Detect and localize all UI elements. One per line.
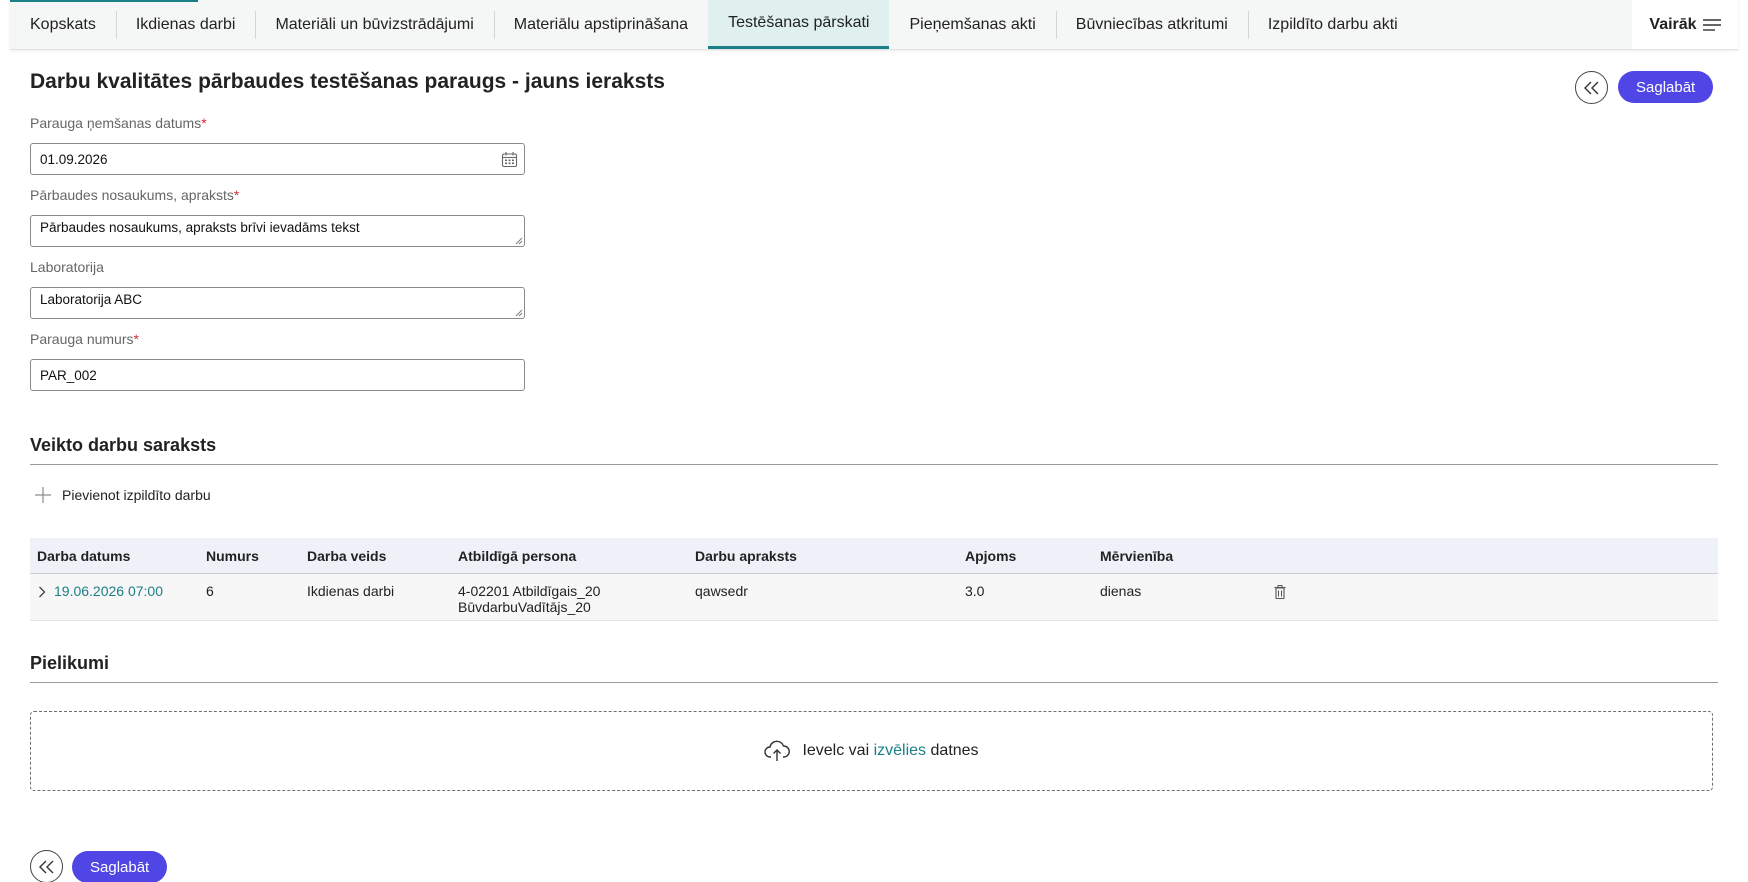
back-button-top[interactable] [1575, 71, 1608, 104]
tab-izpildito-darbu-akti[interactable]: Izpildīto darbu akti [1247, 0, 1418, 49]
attachments-section-title: Pielikumi [30, 653, 110, 673]
sample-number-label: Parauga numurs* [30, 331, 139, 347]
row-person: 4-02201 Atbildīgais_20 BūvdarbuVadītājs_… [458, 583, 600, 615]
lab-label: Laboratorija [30, 259, 104, 275]
double-chevron-left-icon [38, 860, 53, 873]
resize-grip-icon[interactable] [515, 237, 523, 245]
more-menu-button[interactable]: Vairāk [1632, 0, 1738, 49]
col-header-number[interactable]: Numurs [206, 548, 259, 564]
add-work-button[interactable]: Pievienot izpildīto darbu [34, 486, 211, 504]
chevron-right-icon[interactable] [38, 586, 46, 598]
row-person-line1: 4-02201 Atbildīgais_20 [458, 583, 601, 599]
page-title: Darbu kvalitātes pārbaudes testēšanas pa… [30, 70, 665, 93]
row-date-link[interactable]: 19.06.2026 07:00 [54, 583, 163, 599]
tab-buvniecibas-atkritumi[interactable]: Būvniecības atkritumi [1055, 0, 1248, 49]
tab-materialu-apstiprinasana[interactable]: Materiālu apstiprināšana [493, 0, 708, 49]
row-number: 6 [206, 583, 214, 599]
save-button-top[interactable]: Saglabāt [1618, 71, 1714, 103]
tab-materiali[interactable]: Materiāli un būvizstrādājumi [255, 0, 493, 49]
more-label: Vairāk [1649, 15, 1697, 33]
col-header-amount[interactable]: Apjoms [965, 548, 1016, 564]
trash-icon[interactable] [1274, 585, 1286, 599]
col-header-unit[interactable]: Mērvienība [1100, 548, 1173, 564]
tab-kopskats[interactable]: Kopskats [10, 0, 116, 49]
plus-icon [35, 487, 51, 503]
col-header-description[interactable]: Darbu apraksts [695, 548, 797, 564]
row-unit: dienas [1100, 583, 1142, 599]
col-header-date[interactable]: Darba datums [37, 548, 130, 564]
cloud-upload-icon [764, 740, 791, 761]
add-work-label: Pievienot izpildīto darbu [62, 487, 211, 503]
tab-ikdienas-darbi[interactable]: Ikdienas darbi [115, 0, 256, 49]
sample-number-input[interactable]: PAR_002 [30, 359, 525, 391]
col-header-person[interactable]: Atbildīgā persona [458, 548, 576, 564]
row-description: qawsedr [695, 583, 748, 599]
name-textarea[interactable]: Pārbaudes nosaukums, apraksts brīvi ieva… [30, 215, 525, 247]
resize-grip-icon[interactable] [515, 309, 523, 317]
works-section-divider [30, 464, 1718, 465]
table-header: Darba datums Numurs Darba veids Atbildīg… [30, 538, 1718, 574]
name-label: Pārbaudes nosaukums, apraksts* [30, 187, 240, 203]
table-row[interactable]: 19.06.2026 07:00 6 Ikdienas darbi 4-0220… [30, 574, 1718, 621]
row-person-line2: BūvdarbuVadītājs_20 [458, 599, 591, 615]
calendar-icon[interactable] [501, 151, 518, 168]
save-button-bottom[interactable]: Saglabāt [72, 851, 168, 882]
menu-icon [1702, 18, 1721, 31]
back-button-bottom[interactable] [30, 850, 63, 882]
lab-textarea[interactable]: Laboratorija ABC [30, 287, 525, 319]
works-section-title: Veikto darbu saraksts [30, 435, 217, 455]
works-table: Darba datums Numurs Darba veids Atbildīg… [30, 538, 1718, 621]
double-chevron-left-icon [1583, 81, 1598, 94]
date-label: Parauga ņemšanas datums* [30, 115, 207, 131]
row-amount: 3.0 [965, 583, 985, 599]
col-header-type[interactable]: Darba veids [307, 548, 386, 564]
tab-testesanas-parskati[interactable]: Testēšanas pārskati [708, 0, 890, 49]
date-input[interactable]: 01.09.2026 [30, 143, 525, 175]
tab-pienemsanas-akti[interactable]: Pieņemšanas akti [889, 0, 1055, 49]
top-tab-bar: Kopskats Ikdienas darbi Materiāli un būv… [10, 0, 1738, 50]
dropzone-text: Ievelc vai izvēlies datnes [802, 742, 979, 759]
attachments-section-divider [30, 682, 1718, 683]
row-type: Ikdienas darbi [307, 583, 395, 599]
choose-files-link[interactable]: izvēlies [874, 742, 926, 759]
file-dropzone[interactable]: Ievelc vai izvēlies datnes [30, 711, 1713, 791]
